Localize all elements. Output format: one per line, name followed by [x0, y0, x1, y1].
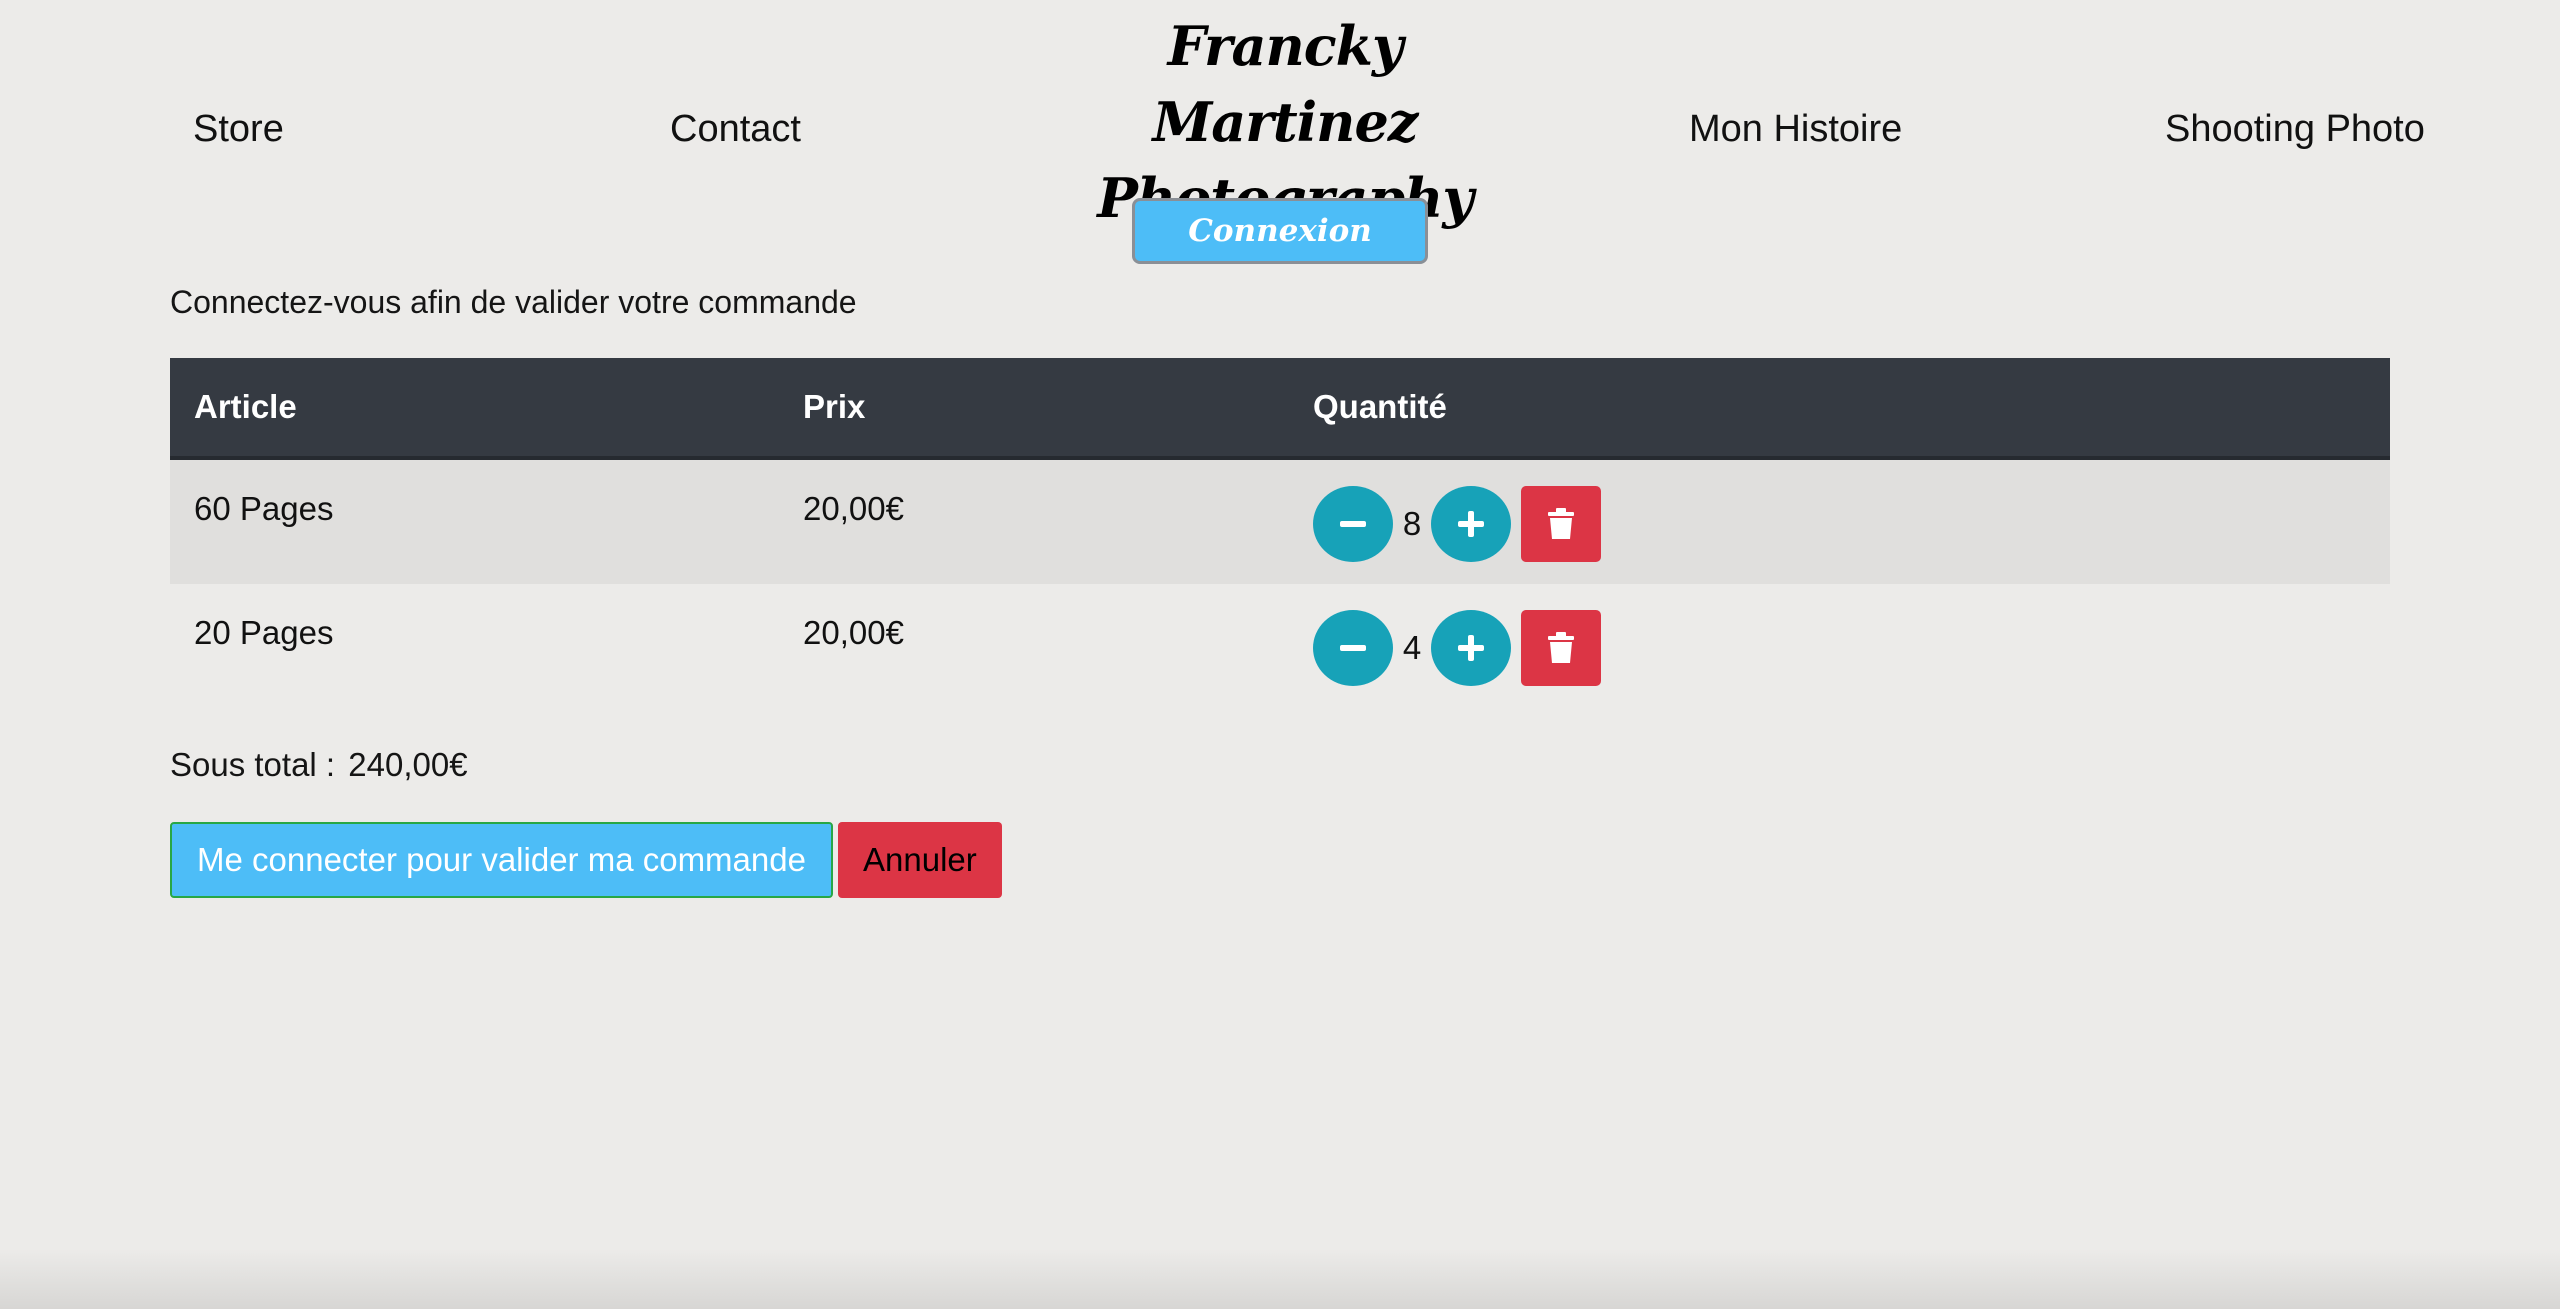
table-row: 60 Pages 20,00€ 8 [170, 458, 2390, 584]
nav-link-shooting-photo[interactable]: Shooting Photo [2165, 108, 2425, 151]
minus-icon [1340, 521, 1366, 527]
quantity-value: 8 [1402, 505, 1422, 542]
quantity-stepper: 8 [1313, 486, 2366, 562]
increment-button[interactable] [1431, 486, 1511, 562]
brand-line-name: Francky Martinez [1152, 14, 1419, 154]
cell-article: 60 Pages [170, 458, 779, 584]
quantity-stepper: 4 [1313, 610, 2366, 686]
trash-icon [1548, 632, 1574, 663]
subtotal-value: 240,00€ [348, 746, 468, 783]
column-header-prix: Prix [779, 358, 1289, 460]
nav-link-contact[interactable]: Contact [670, 108, 801, 151]
login-button[interactable]: Connexion [1132, 198, 1428, 264]
login-notice: Connectez-vous afin de valider votre com… [170, 284, 857, 320]
bottom-shadow [0, 1249, 2560, 1309]
cart-table: Article Prix Quantité 60 Pages 20,00€ 8 [170, 358, 2390, 710]
decrement-button[interactable] [1313, 610, 1393, 686]
cell-quantite: 8 [1289, 458, 2390, 584]
column-header-quantite: Quantité [1289, 358, 2390, 460]
subtotal-label: Sous total : [170, 746, 336, 783]
plus-icon [1458, 511, 1484, 537]
cell-prix: 20,00€ [779, 458, 1289, 584]
increment-button[interactable] [1431, 610, 1511, 686]
delete-button[interactable] [1521, 610, 1601, 686]
plus-icon [1458, 635, 1484, 661]
validate-order-button[interactable]: Me connecter pour valider ma commande [170, 822, 833, 898]
cell-quantite: 4 [1289, 584, 2390, 710]
nav-link-mon-histoire[interactable]: Mon Histoire [1689, 108, 1902, 151]
table-row: 20 Pages 20,00€ 4 [170, 584, 2390, 710]
column-header-article: Article [170, 358, 779, 460]
nav-link-store[interactable]: Store [193, 108, 284, 151]
cell-article: 20 Pages [194, 614, 334, 651]
cell-prix: 20,00€ [803, 614, 904, 651]
quantity-value: 4 [1402, 629, 1422, 666]
delete-button[interactable] [1521, 486, 1601, 562]
subtotal: Sous total : 240,00€ [170, 746, 468, 784]
trash-icon [1548, 508, 1574, 539]
cancel-button[interactable]: Annuler [838, 822, 1002, 898]
minus-icon [1340, 645, 1366, 651]
table-header-row: Article Prix Quantité [170, 358, 2390, 460]
decrement-button[interactable] [1313, 486, 1393, 562]
